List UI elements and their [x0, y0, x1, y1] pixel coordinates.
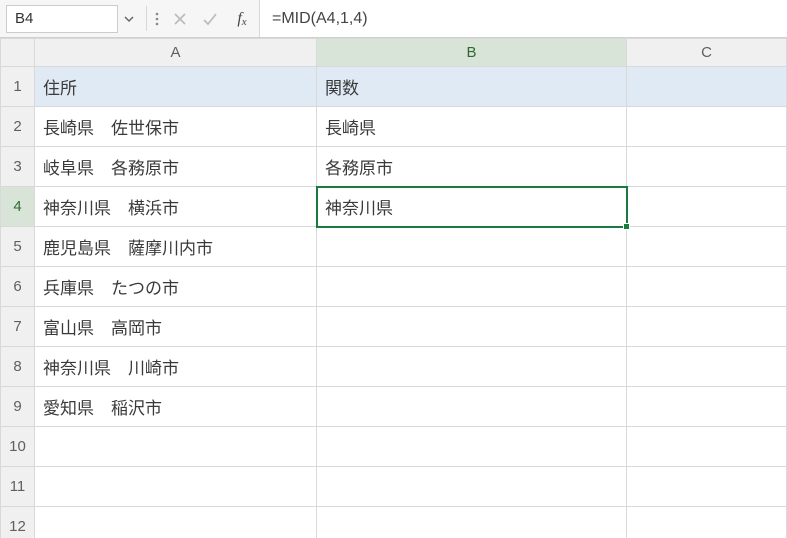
cell-B8[interactable]: [317, 347, 627, 387]
table-row: 6兵庫県 たつの市: [1, 267, 787, 307]
row-header[interactable]: 12: [1, 507, 35, 538]
cancel-x-icon: [173, 12, 187, 26]
cell-B9[interactable]: [317, 387, 627, 427]
table-row: 5鹿児島県 薩摩川内市: [1, 227, 787, 267]
select-all-corner[interactable]: [1, 39, 35, 67]
table-row: 11: [1, 467, 787, 507]
namebox-container: B4: [0, 0, 144, 37]
cell-A9[interactable]: 愛知県 稲沢市: [35, 387, 317, 427]
row-header[interactable]: 6: [1, 267, 35, 307]
cell-B3[interactable]: 各務原市: [317, 147, 627, 187]
row-header[interactable]: 7: [1, 307, 35, 347]
table-row: 9愛知県 稲沢市: [1, 387, 787, 427]
cell-C10[interactable]: [627, 427, 787, 467]
row-header[interactable]: 1: [1, 67, 35, 107]
cell-B10[interactable]: [317, 427, 627, 467]
formula-bar: B4 fx =MID(A4,1,4): [0, 0, 787, 38]
col-header-B[interactable]: B: [317, 39, 627, 67]
spreadsheet-grid: A B C 1住所関数2長崎県 佐世保市長崎県3岐阜県 各務原市各務原市4神奈川…: [0, 38, 787, 538]
enter-check-icon: [202, 12, 218, 26]
cell-B6[interactable]: [317, 267, 627, 307]
cell-A12[interactable]: [35, 507, 317, 538]
table-row: 8神奈川県 川崎市: [1, 347, 787, 387]
table-row: 1住所関数: [1, 67, 787, 107]
cell-A11[interactable]: [35, 467, 317, 507]
cell-C3[interactable]: [627, 147, 787, 187]
col-header-A[interactable]: A: [35, 39, 317, 67]
cell-A1[interactable]: 住所: [35, 67, 317, 107]
drag-dots-icon: [149, 0, 165, 37]
cell-A2[interactable]: 長崎県 佐世保市: [35, 107, 317, 147]
row-header[interactable]: 4: [1, 187, 35, 227]
row-header[interactable]: 8: [1, 347, 35, 387]
cell-B7[interactable]: [317, 307, 627, 347]
grid-table: A B C 1住所関数2長崎県 佐世保市長崎県3岐阜県 各務原市各務原市4神奈川…: [0, 38, 787, 538]
row-header[interactable]: 10: [1, 427, 35, 467]
formula-input[interactable]: =MID(A4,1,4): [259, 0, 787, 37]
table-row: 3岐阜県 各務原市各務原市: [1, 147, 787, 187]
cancel-button[interactable]: [165, 0, 195, 37]
fill-handle[interactable]: [623, 223, 630, 230]
table-row: 10: [1, 427, 787, 467]
cell-C6[interactable]: [627, 267, 787, 307]
row-header[interactable]: 11: [1, 467, 35, 507]
cell-B1[interactable]: 関数: [317, 67, 627, 107]
table-row: 12: [1, 507, 787, 538]
cell-B12[interactable]: [317, 507, 627, 538]
row-header[interactable]: 5: [1, 227, 35, 267]
column-header-row: A B C: [1, 39, 787, 67]
cell-A10[interactable]: [35, 427, 317, 467]
chevron-down-icon: [123, 13, 135, 25]
cell-B11[interactable]: [317, 467, 627, 507]
row-header[interactable]: 9: [1, 387, 35, 427]
cell-A6[interactable]: 兵庫県 たつの市: [35, 267, 317, 307]
cell-C9[interactable]: [627, 387, 787, 427]
cell-C11[interactable]: [627, 467, 787, 507]
cell-A4[interactable]: 神奈川県 横浜市: [35, 187, 317, 227]
cell-C2[interactable]: [627, 107, 787, 147]
cell-A3[interactable]: 岐阜県 各務原市: [35, 147, 317, 187]
separator: [146, 6, 147, 31]
cell-B2[interactable]: 長崎県: [317, 107, 627, 147]
row-header[interactable]: 3: [1, 147, 35, 187]
cell-C5[interactable]: [627, 227, 787, 267]
cell-B5[interactable]: [317, 227, 627, 267]
name-box-dropdown[interactable]: [118, 5, 140, 33]
excel-window: B4 fx =MID(A4,1,4): [0, 0, 787, 538]
cell-A7[interactable]: 富山県 高岡市: [35, 307, 317, 347]
cell-C12[interactable]: [627, 507, 787, 538]
cell-C7[interactable]: [627, 307, 787, 347]
formula-text: =MID(A4,1,4): [272, 10, 368, 28]
table-row: 7富山県 高岡市: [1, 307, 787, 347]
table-row: 4神奈川県 横浜市神奈川県: [1, 187, 787, 227]
insert-function-button[interactable]: fx: [225, 0, 259, 37]
cell-C8[interactable]: [627, 347, 787, 387]
cell-C1[interactable]: [627, 67, 787, 107]
cell-B4[interactable]: 神奈川県: [317, 187, 627, 227]
row-header[interactable]: 2: [1, 107, 35, 147]
cell-A5[interactable]: 鹿児島県 薩摩川内市: [35, 227, 317, 267]
table-row: 2長崎県 佐世保市長崎県: [1, 107, 787, 147]
cell-A8[interactable]: 神奈川県 川崎市: [35, 347, 317, 387]
col-header-C[interactable]: C: [627, 39, 787, 67]
enter-button[interactable]: [195, 0, 225, 37]
name-box-value: B4: [15, 10, 33, 27]
name-box[interactable]: B4: [6, 5, 118, 33]
cell-C4[interactable]: [627, 187, 787, 227]
